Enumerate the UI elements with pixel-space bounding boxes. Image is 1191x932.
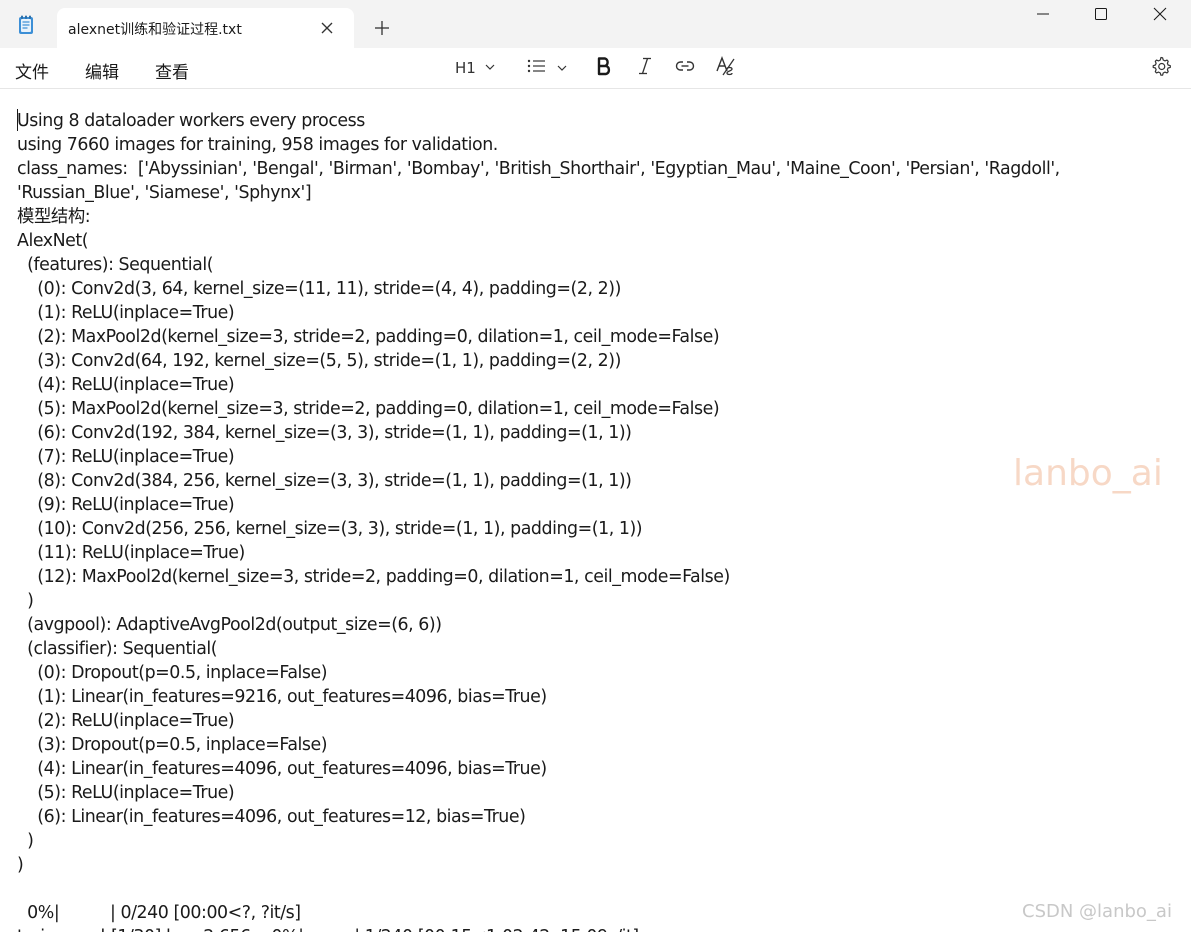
document-content[interactable]: Using 8 dataloader workers every process… (17, 109, 1060, 932)
document-line: 0%| | 0/240 [00:00<?, ?it/s] (17, 903, 301, 923)
italic-icon (636, 56, 654, 80)
document-line: AlexNet( (17, 231, 89, 251)
document-line: (avgpool): AdaptiveAvgPool2d(output_size… (17, 615, 442, 635)
heading-label: H1 (455, 59, 476, 77)
document-line: (3): Conv2d(64, 192, kernel_size=(5, 5),… (17, 351, 621, 371)
tab-title: alexnet训练和验证过程.txt (68, 22, 242, 38)
title-bar: alexnet训练和验证过程.txt (0, 0, 1191, 48)
document-line: (classifier): Sequential( (17, 639, 218, 659)
chevron-down-icon (556, 59, 568, 78)
document-line: (9): ReLU(inplace=True) (17, 495, 235, 515)
document-line: class_names: ['Abyssinian', 'Bengal', 'B… (17, 159, 1060, 179)
document-line: ) (17, 591, 34, 611)
document-line: (0): Dropout(p=0.5, inplace=False) (17, 663, 328, 683)
bold-icon (595, 56, 613, 80)
document-line: (2): MaxPool2d(kernel_size=3, stride=2, … (17, 327, 720, 347)
list-dropdown[interactable] (527, 56, 568, 80)
text-caret (17, 109, 18, 131)
italic-button[interactable] (636, 56, 654, 80)
document-line: (4): ReLU(inplace=True) (17, 375, 235, 395)
document-line: (features): Sequential( (17, 255, 214, 275)
bold-button[interactable] (595, 56, 613, 80)
document-line: (1): Linear(in_features=9216, out_featur… (17, 687, 547, 707)
link-button[interactable] (675, 56, 695, 80)
gear-icon (1150, 55, 1172, 81)
menu-view[interactable]: 查看 (155, 58, 189, 83)
document-line: (3): Dropout(p=0.5, inplace=False) (17, 735, 328, 755)
notepad-icon (15, 14, 37, 36)
maximize-button[interactable] (1072, 0, 1130, 30)
link-icon (675, 56, 695, 80)
minimize-icon (1036, 6, 1050, 25)
close-icon[interactable] (318, 19, 336, 37)
maximize-icon (1094, 6, 1108, 25)
minimize-button[interactable] (1014, 0, 1072, 30)
document-line: (6): Linear(in_features=4096, out_featur… (17, 807, 526, 827)
document-line: (4): Linear(in_features=4096, out_featur… (17, 759, 547, 779)
menu-bar: 文件 编辑 查看 H1 (0, 48, 1191, 89)
document-line: (0): Conv2d(3, 64, kernel_size=(11, 11),… (17, 279, 621, 299)
document-line: ) (17, 855, 24, 875)
bulleted-list-icon (527, 58, 547, 78)
watermark: lanbo_ai (1013, 453, 1163, 494)
clear-formatting-icon (715, 55, 737, 81)
document-line: 模型结构: (17, 207, 91, 227)
close-icon (1153, 6, 1167, 25)
tab-document[interactable]: alexnet训练和验证过程.txt (57, 8, 354, 48)
document-line: (5): ReLU(inplace=True) (17, 783, 235, 803)
document-line: (7): ReLU(inplace=True) (17, 447, 235, 467)
menu-edit[interactable]: 编辑 (85, 58, 119, 83)
document-line: 'Russian_Blue', 'Siamese', 'Sphynx'] (17, 183, 312, 203)
document-line: (1): ReLU(inplace=True) (17, 303, 235, 323)
document-line: (8): Conv2d(384, 256, kernel_size=(3, 3)… (17, 471, 632, 491)
document-line: ) (17, 831, 34, 851)
watermark-csdn: CSDN @lanbo_ai (1022, 901, 1172, 922)
menu-file[interactable]: 文件 (15, 58, 49, 83)
document-line: (10): Conv2d(256, 256, kernel_size=(3, 3… (17, 519, 643, 539)
document-line: using 7660 images for training, 958 imag… (17, 135, 498, 155)
close-window-button[interactable] (1131, 0, 1189, 30)
heading-dropdown[interactable]: H1 (455, 56, 496, 80)
plus-icon[interactable] (372, 18, 392, 38)
document-line: train epoch[1/30] loss:2.656: 0%| | 1/24… (17, 925, 1060, 932)
text-editor[interactable]: Using 8 dataloader workers every process… (0, 89, 1191, 932)
document-line: (6): Conv2d(192, 384, kernel_size=(3, 3)… (17, 423, 632, 443)
chevron-down-icon (484, 59, 496, 77)
document-line: (12): MaxPool2d(kernel_size=3, stride=2,… (17, 567, 730, 587)
document-line: (2): ReLU(inplace=True) (17, 711, 235, 731)
clear-formatting-button[interactable] (715, 56, 737, 80)
document-line: Using 8 dataloader workers every process (17, 111, 365, 131)
settings-button[interactable] (1150, 56, 1172, 80)
document-line: (5): MaxPool2d(kernel_size=3, stride=2, … (17, 399, 720, 419)
document-line: (11): ReLU(inplace=True) (17, 543, 245, 563)
